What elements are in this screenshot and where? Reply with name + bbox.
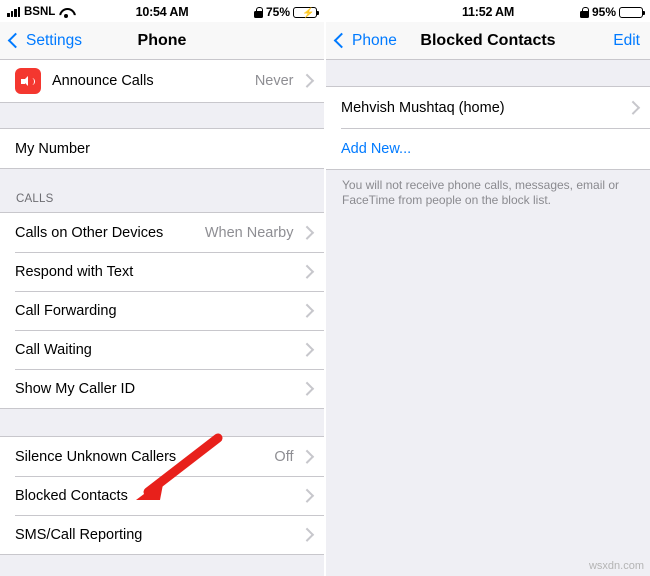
left-settings-list: Announce Calls Never My Number CALLS Cal xyxy=(0,60,324,576)
row-value: Off xyxy=(274,448,294,465)
row-blocked-contact[interactable]: Mehvish Mushtaq (home) xyxy=(326,87,650,128)
row-value: When Nearby xyxy=(204,224,294,241)
row-sms-call-reporting[interactable]: SMS/Call Reporting xyxy=(0,515,324,554)
battery-icon: ⚡ xyxy=(293,6,320,19)
section-gap xyxy=(0,103,324,128)
row-announce-calls[interactable]: Announce Calls Never xyxy=(0,60,324,102)
left-nav-bar: Settings Phone xyxy=(0,22,324,60)
chevron-right-icon xyxy=(299,225,313,240)
back-to-settings-button[interactable]: Settings xyxy=(7,31,83,50)
chevron-right-icon xyxy=(299,488,313,503)
row-show-my-caller-id[interactable]: Show My Caller ID xyxy=(0,369,324,408)
chevron-right-icon xyxy=(299,303,313,318)
row-call-waiting[interactable]: Call Waiting xyxy=(0,330,324,369)
right-nav-bar: Phone Blocked Contacts Edit xyxy=(326,22,650,60)
row-label: Silence Unknown Callers xyxy=(15,448,177,465)
status-right-group: 75% ⚡ xyxy=(188,5,320,19)
blocked-contacts-footnote: You will not receive phone calls, messag… xyxy=(342,178,620,207)
right-phone-screen: 11:52 AM 95% Phone Blocked Contacts Edit xyxy=(326,0,650,576)
battery-icon xyxy=(619,6,646,18)
row-label: Respond with Text xyxy=(15,263,134,280)
clock-label: 11:52 AM xyxy=(461,5,515,19)
row-label: Announce Calls xyxy=(52,73,154,89)
row-label: Show My Caller ID xyxy=(15,380,136,397)
lock-icon xyxy=(579,6,589,18)
wifi-icon xyxy=(59,7,72,18)
row-calls-on-other-devices[interactable]: Calls on Other Devices When Nearby xyxy=(0,213,324,252)
carrier-label: BSNL xyxy=(24,6,56,18)
row-value: Never xyxy=(254,73,294,89)
edit-button[interactable]: Edit xyxy=(613,32,642,50)
chevron-right-icon xyxy=(299,342,313,357)
chevron-right-icon xyxy=(625,100,639,115)
clock-label: 10:54 AM xyxy=(135,5,189,19)
blocking-group: Silence Unknown Callers Off Blocked Cont… xyxy=(0,436,324,555)
row-label: My Number xyxy=(15,140,90,157)
signal-icon xyxy=(7,7,20,17)
section-gap xyxy=(0,169,324,189)
row-label: Call Waiting xyxy=(15,341,92,358)
row-respond-with-text[interactable]: Respond with Text xyxy=(0,252,324,291)
back-label: Phone xyxy=(352,31,397,49)
announce-calls-icon xyxy=(15,68,41,94)
status-right-group: 95% xyxy=(514,5,646,19)
row-label: Mehvish Mushtaq (home) xyxy=(341,99,505,116)
chevron-right-icon xyxy=(299,381,313,396)
row-silence-unknown-callers[interactable]: Silence Unknown Callers Off xyxy=(0,437,324,476)
left-phone-screen: BSNL 10:54 AM 75% ⚡ Settings Phone Annou… xyxy=(0,0,326,576)
chevron-right-icon xyxy=(299,449,313,464)
battery-percent-label: 75% xyxy=(265,5,291,19)
blocked-contacts-group: Mehvish Mushtaq (home) Add New... xyxy=(326,86,650,170)
section-header-label: CALLS xyxy=(16,193,54,205)
lock-icon xyxy=(253,6,263,18)
chevron-left-icon xyxy=(7,32,24,49)
chevron-right-icon xyxy=(299,527,313,542)
chevron-right-icon xyxy=(299,264,313,279)
section-gap xyxy=(326,60,650,86)
watermark-label: wsxdn.com xyxy=(588,560,644,572)
back-to-phone-button[interactable]: Phone xyxy=(333,31,397,50)
row-my-number[interactable]: My Number xyxy=(0,129,324,168)
row-add-new[interactable]: Add New... xyxy=(326,128,650,169)
battery-percent-label: 95% xyxy=(591,5,617,19)
status-left-group: BSNL xyxy=(7,6,136,18)
chevron-right-icon xyxy=(299,74,313,88)
charging-bolt-icon: ⚡ xyxy=(302,7,315,19)
chevron-left-icon xyxy=(333,32,350,49)
back-label: Settings xyxy=(26,31,83,49)
my-number-group: My Number xyxy=(0,128,324,169)
row-call-forwarding[interactable]: Call Forwarding xyxy=(0,291,324,330)
row-label: Blocked Contacts xyxy=(15,487,128,504)
row-label: SMS/Call Reporting xyxy=(15,526,143,543)
blocked-contacts-list: Mehvish Mushtaq (home) Add New... You wi… xyxy=(326,60,650,576)
announce-calls-group: Announce Calls Never xyxy=(0,60,324,103)
row-label: Add New... xyxy=(341,140,412,157)
right-status-bar: 11:52 AM 95% xyxy=(326,0,650,22)
calls-section-header: CALLS xyxy=(0,189,324,212)
row-label: Calls on Other Devices xyxy=(15,224,164,241)
left-status-bar: BSNL 10:54 AM 75% ⚡ xyxy=(0,0,324,22)
calls-group: Calls on Other Devices When Nearby Respo… xyxy=(0,212,324,409)
row-blocked-contacts[interactable]: Blocked Contacts xyxy=(0,476,324,515)
section-gap xyxy=(0,409,324,436)
row-label: Call Forwarding xyxy=(15,302,117,319)
screenshot-pair: BSNL 10:54 AM 75% ⚡ Settings Phone Annou… xyxy=(0,0,650,576)
